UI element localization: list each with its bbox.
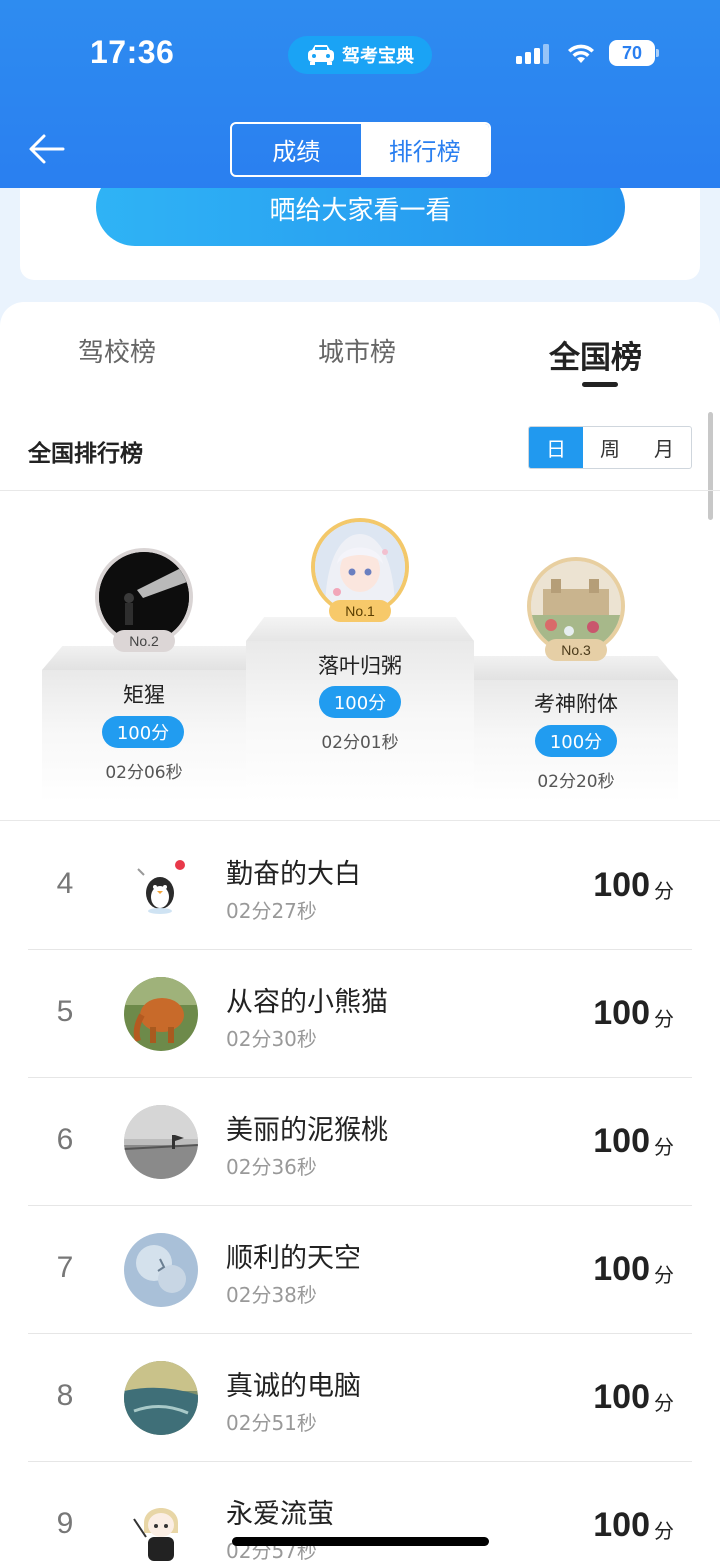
list-score-unit: 分 bbox=[654, 1391, 674, 1415]
list-name: 勤奋的大白 bbox=[226, 859, 361, 890]
podium-time-3: 02分20秒 bbox=[537, 772, 615, 792]
podium-time-1: 02分01秒 bbox=[321, 733, 399, 753]
avatar bbox=[124, 849, 198, 923]
list-time: 02分27秒 bbox=[226, 899, 317, 923]
list-time: 02分38秒 bbox=[226, 1283, 317, 1307]
list-item[interactable]: 7 顺利的天空 02分38秒 100 分 bbox=[0, 1206, 720, 1334]
active-tab-indicator bbox=[582, 382, 618, 387]
battery-level: 70 bbox=[609, 40, 655, 66]
period-month[interactable]: 月 bbox=[637, 427, 691, 468]
list-score: 100 bbox=[593, 1250, 650, 1288]
gray-wall-avatar-image bbox=[124, 1105, 198, 1179]
rank-tag-3: No.3 bbox=[545, 639, 607, 661]
list-item[interactable]: 5 从容的小熊猫 02分30秒 100 分 bbox=[0, 950, 720, 1078]
list-time: 02分36秒 bbox=[226, 1155, 317, 1179]
list-name: 真诚的电脑 bbox=[226, 1371, 361, 1402]
cellular-signal-icon bbox=[516, 44, 549, 64]
silhouette-avatar-image bbox=[99, 552, 189, 642]
list-score: 100 bbox=[593, 866, 650, 904]
rank-tag-2: No.2 bbox=[113, 630, 175, 652]
frost-avatar-image bbox=[124, 1233, 198, 1307]
list-item[interactable]: 4 勤奋的大白 02分27秒 100 分 bbox=[0, 822, 720, 950]
divider bbox=[0, 820, 720, 821]
list-rank: 9 bbox=[56, 1507, 74, 1540]
list-score: 100 bbox=[593, 1506, 650, 1544]
battery-tip bbox=[656, 49, 659, 57]
elephant-avatar-image bbox=[124, 977, 198, 1051]
list-name: 永爱流萤 bbox=[226, 1499, 334, 1530]
penguin-avatar-image bbox=[124, 849, 198, 923]
list-score: 100 bbox=[593, 1122, 650, 1160]
list-score-unit: 分 bbox=[654, 1007, 674, 1031]
anime-girl-avatar-image bbox=[315, 522, 405, 612]
building-avatar-image bbox=[531, 561, 621, 651]
podium-name-3: 考神附体 bbox=[534, 692, 618, 716]
avatar bbox=[124, 1361, 198, 1435]
list-name: 从容的小熊猫 bbox=[226, 987, 388, 1018]
period-week[interactable]: 周 bbox=[583, 427, 637, 468]
podium-score-3: 100分 bbox=[535, 725, 617, 757]
segment-leaderboard[interactable]: 排行榜 bbox=[360, 124, 489, 175]
coastline-avatar-image bbox=[124, 1361, 198, 1435]
list-item[interactable]: 9 永爱流萤 02分57秒 100 分 bbox=[0, 1462, 720, 1561]
list-score-unit: 分 bbox=[654, 1519, 674, 1543]
avatar bbox=[124, 1233, 198, 1307]
divider bbox=[0, 490, 720, 491]
list-name: 美丽的泥猴桃 bbox=[226, 1115, 388, 1146]
avatar bbox=[124, 977, 198, 1051]
list-time: 02分51秒 bbox=[226, 1411, 317, 1435]
battery-indicator: 70 bbox=[609, 40, 659, 66]
podium-name-1: 落叶归粥 bbox=[318, 654, 402, 678]
leaderboard-panel: 驾校榜 城市榜 全国榜 全国排行榜 日 周 月 No.1 落叶归粥 100分 0… bbox=[0, 302, 720, 1561]
list-item[interactable]: 6 美丽的泥猴桃 02分36秒 100 分 bbox=[0, 1078, 720, 1206]
header-segmented-control: 成绩 排行榜 bbox=[230, 122, 491, 177]
avatar bbox=[124, 1105, 198, 1179]
home-indicator bbox=[232, 1537, 489, 1546]
back-arrow-icon[interactable] bbox=[28, 130, 66, 168]
status-time: 17:36 bbox=[90, 34, 175, 70]
avatar bbox=[124, 1489, 198, 1561]
period-day[interactable]: 日 bbox=[529, 427, 583, 468]
list-score: 100 bbox=[593, 994, 650, 1032]
chibi-character-avatar-image bbox=[124, 1489, 198, 1561]
app-header: 17:36 驾考宝典 70 成绩 排行榜 bbox=[0, 0, 720, 188]
podium-name-2: 矩猩 bbox=[123, 683, 165, 707]
list-name: 顺利的天空 bbox=[226, 1243, 361, 1274]
list-rank: 4 bbox=[56, 867, 74, 900]
wifi-icon bbox=[568, 44, 594, 63]
list-score-unit: 分 bbox=[654, 879, 674, 903]
list-rank: 6 bbox=[56, 1123, 74, 1156]
list-score: 100 bbox=[593, 1378, 650, 1416]
scrollbar[interactable] bbox=[708, 412, 713, 520]
podium-score-2: 100分 bbox=[102, 716, 184, 748]
leaderboard-tabs: 驾校榜 城市榜 全国榜 bbox=[0, 302, 720, 392]
app-badge-label: 驾考宝典 bbox=[342, 46, 414, 67]
list-time: 02分30秒 bbox=[226, 1027, 317, 1051]
tab-city-board[interactable]: 城市榜 bbox=[318, 332, 396, 369]
list-rank: 5 bbox=[56, 995, 74, 1028]
segment-score[interactable]: 成绩 bbox=[232, 124, 361, 175]
list-score-unit: 分 bbox=[654, 1135, 674, 1159]
podium-time-2: 02分06秒 bbox=[105, 763, 183, 783]
car-icon bbox=[308, 45, 334, 65]
list-rank: 7 bbox=[56, 1251, 74, 1284]
list-score-unit: 分 bbox=[654, 1263, 674, 1287]
rank-tag-1: No.1 bbox=[329, 600, 391, 622]
podium-score-1: 100分 bbox=[319, 686, 401, 718]
list-rank: 8 bbox=[56, 1379, 74, 1412]
tab-national-board[interactable]: 全国榜 bbox=[549, 332, 642, 377]
list-item[interactable]: 8 真诚的电脑 02分51秒 100 分 bbox=[0, 1334, 720, 1462]
period-selector: 日 周 月 bbox=[528, 426, 692, 469]
tab-school-board[interactable]: 驾校榜 bbox=[78, 332, 156, 369]
board-title: 全国排行榜 bbox=[28, 441, 143, 467]
app-badge: 驾考宝典 bbox=[288, 36, 432, 74]
